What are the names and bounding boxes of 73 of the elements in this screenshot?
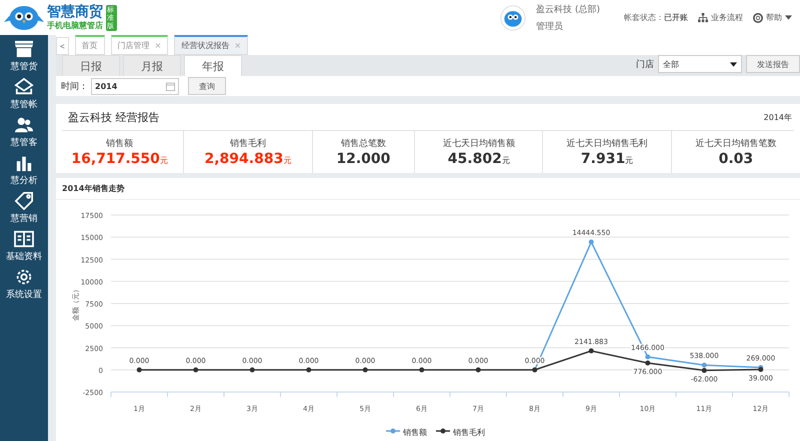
stat-label: 近七天日均销售笔数 [695,138,776,150]
page-tab[interactable]: 经营状况报告 × [174,35,248,55]
brand-slogan: 手机电脑慧管店 [47,20,103,31]
account-status-label: 帐套状态： [624,13,664,22]
sidebar-item[interactable]: 慧管客 [0,116,48,149]
legend-label[interactable]: 销售毛利 [453,428,485,437]
tab-label: 经营状况报告 [181,40,230,51]
data-point [588,240,594,245]
report-tab[interactable]: 月报 [123,55,181,76]
stat-label: 销售额 [106,138,134,150]
stat-label: 销售毛利 [230,138,266,150]
calendar-icon [166,82,175,90]
data-point [588,348,594,354]
stat-label: 近七天日均销售额 [442,138,515,150]
tag-icon [14,192,34,210]
book-icon [14,230,34,248]
store-select[interactable]: 全部 [658,55,742,73]
caret-icon [785,15,792,20]
data-point [136,367,142,372]
data-point [362,367,368,372]
stat-value: 12.000 [336,151,390,167]
back-button[interactable]: < [56,37,69,55]
sidebar-item[interactable]: 慧管货 [0,40,48,73]
time-label: 时间： [61,80,88,92]
chart-title: 2014年销售走势 [56,178,800,200]
brand-name: 智慧商贸 [47,4,103,20]
page-tab[interactable]: 首页 [74,35,105,55]
owl-avatar-icon [500,4,526,30]
data-point [306,367,312,372]
stat-value: 2,894.883元 [204,151,292,167]
store-icon [14,40,34,58]
store-label: 门店 [636,58,654,70]
data-point [419,367,424,372]
stat-label: 近七天日均销售毛利 [566,138,648,150]
data-point [193,367,198,372]
inbox-icon [14,78,34,96]
owl-logo-icon [4,4,44,32]
report-period: 2014年 [764,112,792,122]
help-menu[interactable]: 帮助 [753,12,792,23]
query-button[interactable]: 查询 [188,77,226,95]
legend-label[interactable]: 销售额 [403,428,427,437]
page-tab[interactable]: 门店管理 × [110,35,168,55]
user-role: 管理员 [536,20,564,32]
report-tab[interactable]: 日报 [62,55,120,76]
users-icon [14,116,34,134]
stat-value: 45.802元 [448,151,510,167]
org-chart-icon [698,12,708,22]
lifebuoy-icon [753,12,763,22]
tab-label: 门店管理 [118,40,150,51]
bar-chart-icon [14,154,34,172]
data-point [476,367,481,372]
settings-icon [14,268,34,286]
company-name: 盈云科技 (总部) [536,4,600,16]
year-input[interactable]: 2014 [91,78,179,94]
sidebar-item[interactable]: 基础资料 [0,230,48,263]
report-tab[interactable]: 年报 [184,55,242,76]
caret-icon [730,62,737,66]
legend-line-icon [436,428,450,434]
stat-label: 销售总笔数 [340,138,386,150]
tab-label: 首页 [82,40,98,51]
legend-line-icon [386,428,400,434]
report-title: 盈云科技 经营报告 [68,110,160,124]
sidebar-item[interactable]: 慧分析 [0,154,48,187]
sidebar-item[interactable]: 系统设置 [0,268,48,301]
stat-value: 0.03 [718,151,754,167]
account-status: 已开账 [664,13,688,22]
data-point [250,367,255,372]
stat-value: 16,717.550元 [71,151,168,167]
workflow-link[interactable]: 业务流程 [698,12,743,23]
send-report-button[interactable]: 发送报告 [746,55,800,73]
sidebar-item[interactable]: 慧管帐 [0,78,48,111]
stat-value: 7.931元 [580,151,634,167]
sidebar-item[interactable]: 慧营销 [0,192,48,225]
